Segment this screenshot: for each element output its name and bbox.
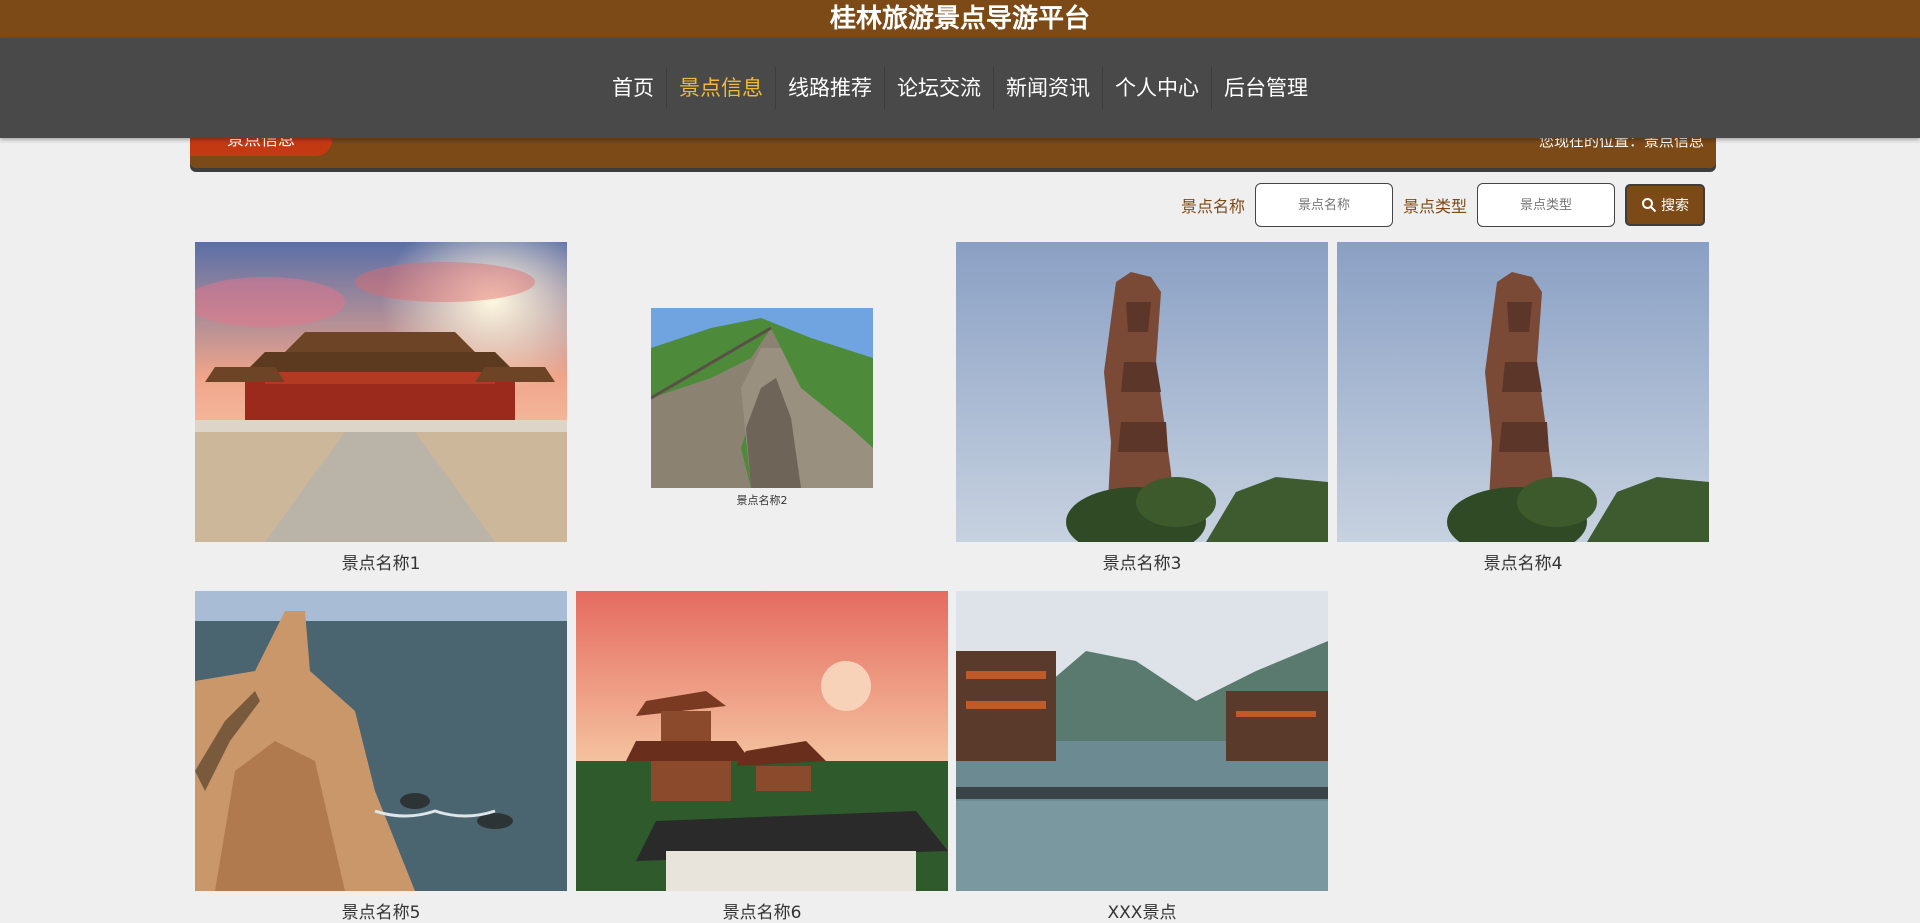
search-icon (1641, 197, 1657, 213)
sea-cliff-photo[interactable] (195, 591, 567, 891)
river-town-photo[interactable] (956, 591, 1328, 891)
spot-name: 景点名称6 (722, 903, 802, 923)
spot-card[interactable]: 景点名称4 (1337, 242, 1709, 574)
great-wall-photo[interactable] (651, 308, 873, 488)
nav-item-spots[interactable]: 景点信息 (666, 67, 775, 109)
spot-name: 景点名称2 (736, 494, 788, 507)
nav-item-forum[interactable]: 论坛交流 (884, 67, 993, 109)
spot-type-input[interactable] (1477, 183, 1615, 227)
nav-item-home[interactable]: 首页 (600, 67, 666, 109)
spot-card[interactable]: XXX景点 (956, 591, 1328, 923)
spot-name: 景点名称3 (1102, 554, 1182, 574)
spot-card[interactable]: 景点名称5 (195, 591, 567, 923)
carved-pillar-photo[interactable] (1337, 242, 1709, 542)
nav-item-profile[interactable]: 个人中心 (1102, 67, 1211, 109)
spot-card[interactable]: 景点名称6 (576, 591, 948, 923)
search-button-label: 搜索 (1661, 198, 1689, 214)
spot-card[interactable]: 景点名称2 (576, 242, 948, 508)
spot-type-label: 景点类型 (1402, 197, 1467, 216)
spot-card[interactable]: 景点名称1 (195, 242, 567, 574)
carved-pillar-photo[interactable] (956, 242, 1328, 542)
nav-item-admin[interactable]: 后台管理 (1211, 67, 1320, 109)
spot-name: 景点名称1 (341, 554, 421, 574)
nav-item-routes[interactable]: 线路推荐 (775, 67, 884, 109)
spot-name-label: 景点名称 (1180, 197, 1245, 216)
palace-photo[interactable] (195, 242, 567, 542)
site-title: 桂林旅游景点导游平台 (0, 0, 1920, 38)
pavilion-photo[interactable] (576, 591, 948, 891)
spot-name: 景点名称5 (341, 903, 421, 923)
search-bar: 景点名称 景点类型 搜索 (1181, 181, 1705, 229)
nav-item-news[interactable]: 新闻资讯 (993, 67, 1102, 109)
spot-name-input[interactable] (1254, 183, 1393, 227)
spot-name: XXX景点 (1107, 903, 1177, 923)
spot-card[interactable]: 景点名称3 (956, 242, 1328, 574)
search-button[interactable]: 搜索 (1625, 184, 1705, 226)
main-nav: 首页 景点信息 线路推荐 论坛交流 新闻资讯 个人中心 后台管理 (0, 38, 1920, 138)
spot-name: 景点名称4 (1483, 554, 1563, 574)
